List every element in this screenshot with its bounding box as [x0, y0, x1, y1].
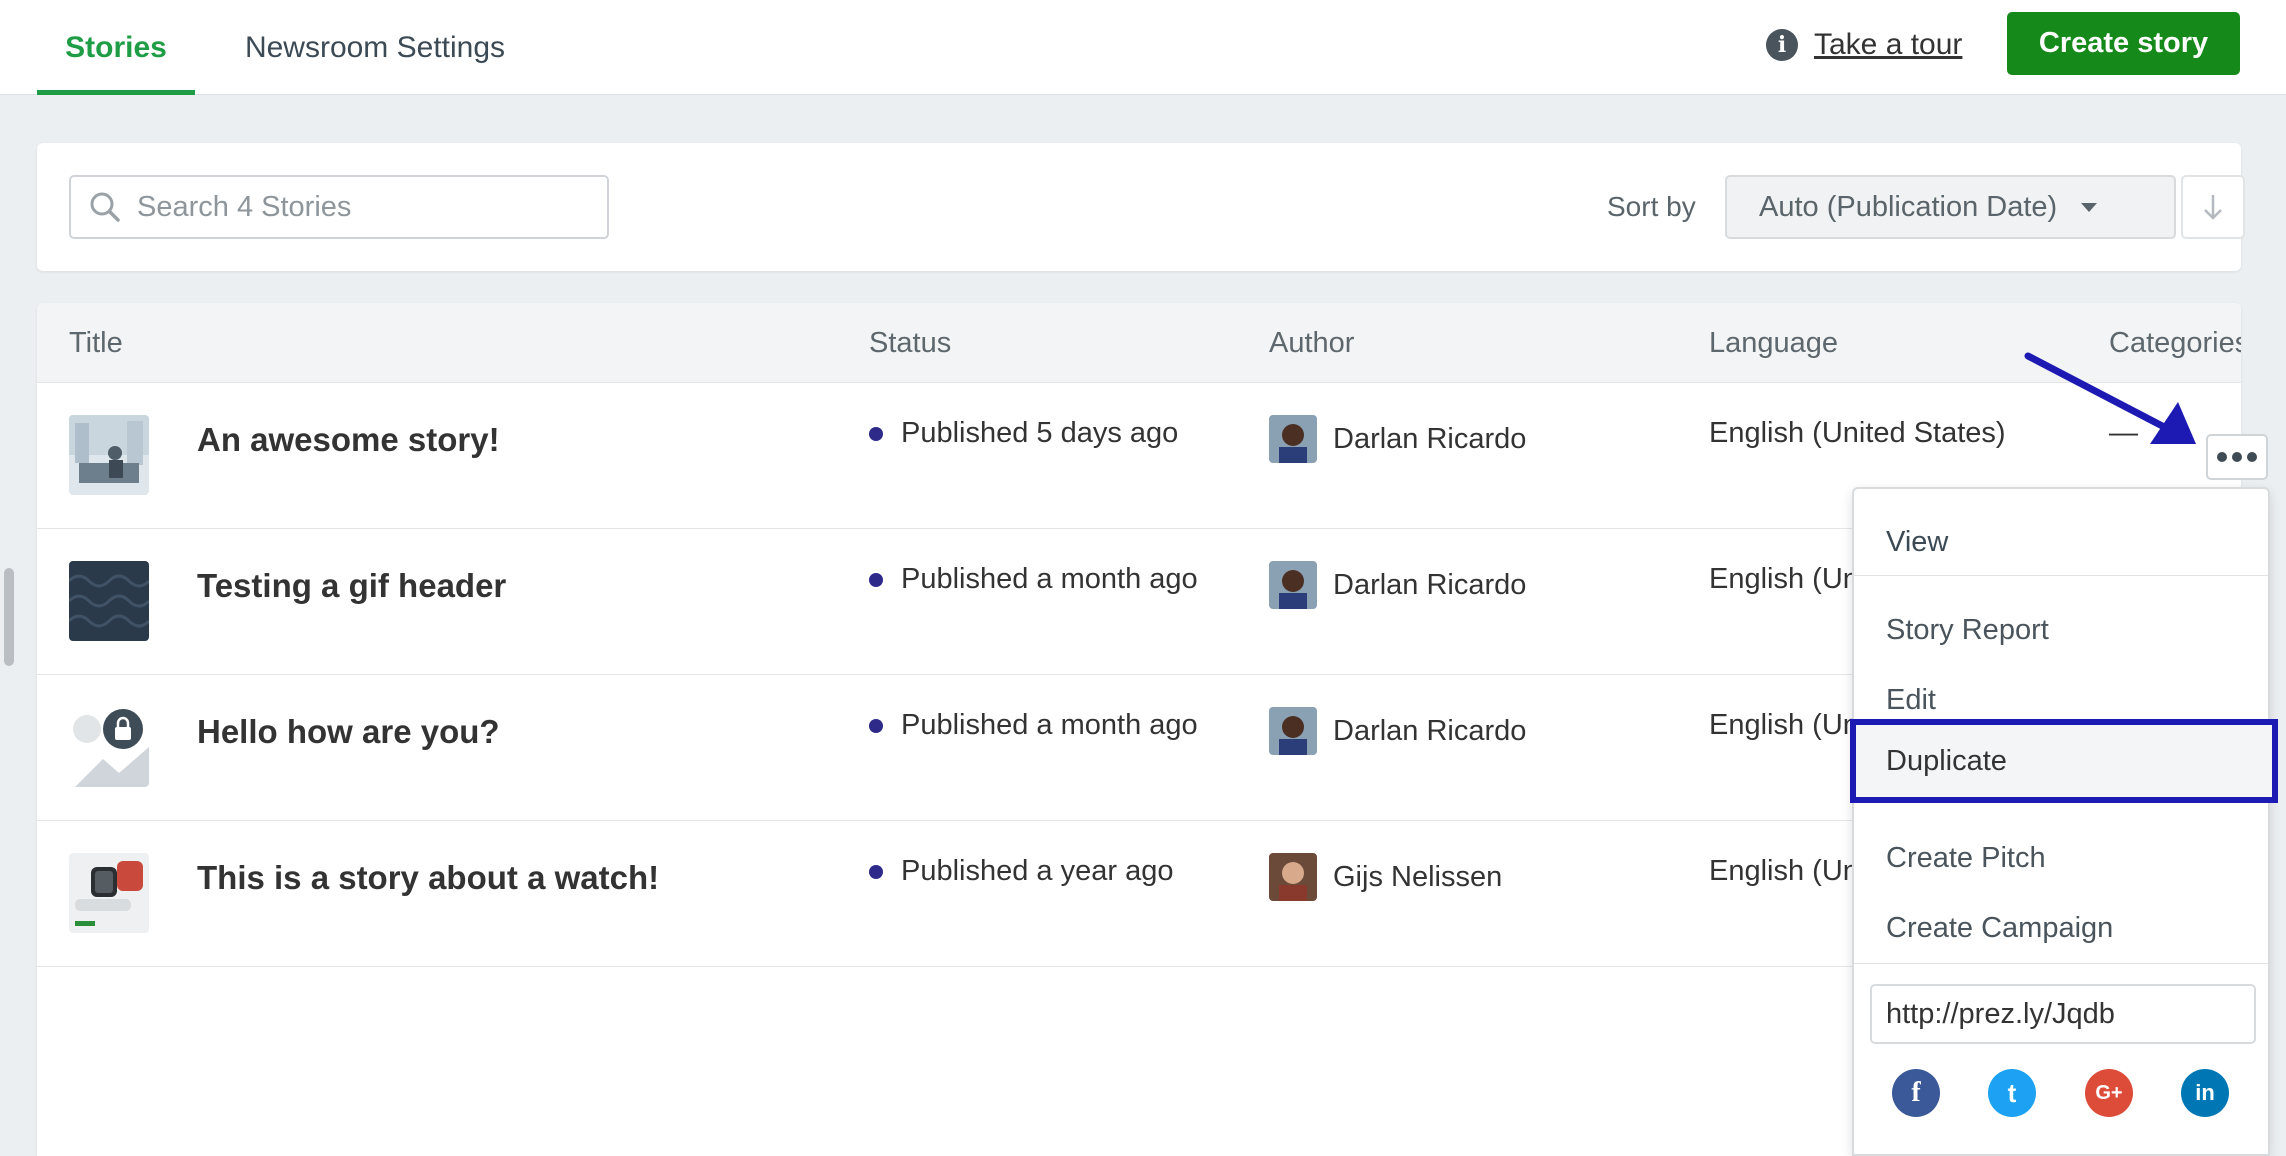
facebook-icon[interactable]: f	[1892, 1069, 1940, 1117]
take-a-tour[interactable]: i Take a tour	[1766, 24, 1962, 66]
column-title[interactable]: Title	[69, 303, 123, 383]
author-name: Darlan Ricardo	[1333, 422, 1527, 455]
menu-divider	[1854, 575, 2268, 576]
story-author: Gijs Nelissen	[1269, 853, 1502, 901]
take-a-tour-link[interactable]: Take a tour	[1814, 28, 1962, 62]
story-title[interactable]: This is a story about a watch!	[197, 859, 659, 897]
story-title[interactable]: Hello how are you?	[197, 713, 500, 751]
column-language[interactable]: Language	[1709, 303, 1838, 383]
menu-item-create-campaign[interactable]: Create Campaign	[1854, 893, 2268, 963]
status-dot	[869, 572, 883, 587]
short-url-field[interactable]	[1870, 984, 2256, 1044]
avatar	[1269, 415, 1317, 463]
story-author: Darlan Ricardo	[1269, 415, 1526, 463]
dot-icon	[2232, 452, 2242, 462]
status-dot	[869, 426, 883, 441]
status-text: Published a month ago	[901, 563, 1198, 595]
story-status: Published 5 days ago	[869, 417, 1178, 450]
story-filter-bar: Sort by Auto (Publication Date)	[37, 143, 2245, 271]
sort-select-value: Auto (Publication Date)	[1759, 190, 2058, 223]
story-thumbnail[interactable]	[69, 853, 149, 933]
scrollbar[interactable]	[4, 568, 14, 666]
column-author[interactable]: Author	[1269, 303, 1354, 383]
top-navigation: Stories Newsroom Settings i Take a tour …	[0, 0, 2286, 95]
status-text: Published a month ago	[901, 709, 1198, 741]
google-plus-icon[interactable]: G+	[2085, 1069, 2133, 1117]
author-name: Darlan Ricardo	[1333, 568, 1527, 601]
tab-newsroom-settings[interactable]: Newsroom Settings	[230, 0, 520, 95]
story-title[interactable]: An awesome story!	[197, 421, 500, 459]
search-box	[69, 175, 609, 239]
sort-direction-button[interactable]	[2181, 175, 2245, 239]
menu-item-story-report[interactable]: Story Report	[1854, 595, 2268, 665]
dot-icon	[2247, 452, 2257, 462]
story-thumbnail[interactable]	[69, 561, 149, 641]
twitter-icon[interactable]: t	[1988, 1069, 2036, 1117]
avatar	[1269, 707, 1317, 755]
author-name: Gijs Nelissen	[1333, 860, 1503, 893]
story-title[interactable]: Testing a gif header	[197, 567, 506, 605]
annotation-arrow-icon	[2024, 352, 2196, 444]
status-text: Published 5 days ago	[901, 417, 1179, 449]
create-story-button[interactable]: Create story	[2007, 12, 2240, 75]
story-actions-menu: View Story Report Edit Duplicate Create …	[1850, 487, 2278, 1156]
table-header: Title Status Author Language Categories	[37, 303, 2241, 383]
column-status[interactable]: Status	[869, 303, 951, 383]
story-author: Darlan Ricardo	[1269, 561, 1526, 609]
menu-item-create-pitch[interactable]: Create Pitch	[1854, 823, 2268, 893]
linkedin-icon[interactable]: in	[2181, 1069, 2229, 1117]
story-thumbnail[interactable]	[69, 707, 149, 787]
caret-down-icon	[2081, 202, 2098, 212]
dot-icon	[2217, 452, 2227, 462]
search-input[interactable]	[137, 190, 577, 224]
story-language: English (United States)	[1709, 417, 2006, 449]
menu-divider	[1854, 963, 2268, 964]
status-dot	[869, 718, 883, 733]
story-status: Published a year ago	[869, 855, 1173, 888]
avatar	[1269, 561, 1317, 609]
more-actions-button[interactable]	[2206, 434, 2268, 480]
story-author: Darlan Ricardo	[1269, 707, 1526, 755]
story-status: Published a month ago	[869, 563, 1198, 596]
avatar	[1269, 853, 1317, 901]
search-icon	[90, 192, 120, 222]
author-name: Darlan Ricardo	[1333, 714, 1527, 747]
menu-item-duplicate[interactable]: Duplicate	[1850, 719, 2278, 803]
sort-label: Sort by	[1607, 191, 1696, 222]
tab-stories[interactable]: Stories	[37, 0, 195, 95]
sort-select[interactable]: Auto (Publication Date)	[1725, 175, 2176, 239]
info-icon: i	[1766, 29, 1798, 61]
arrow-down-icon	[2204, 195, 2222, 220]
menu-item-view[interactable]: View	[1854, 507, 2268, 577]
story-thumbnail[interactable]	[69, 415, 149, 495]
status-text: Published a year ago	[901, 855, 1174, 887]
story-status: Published a month ago	[869, 709, 1198, 742]
status-dot	[869, 864, 883, 879]
